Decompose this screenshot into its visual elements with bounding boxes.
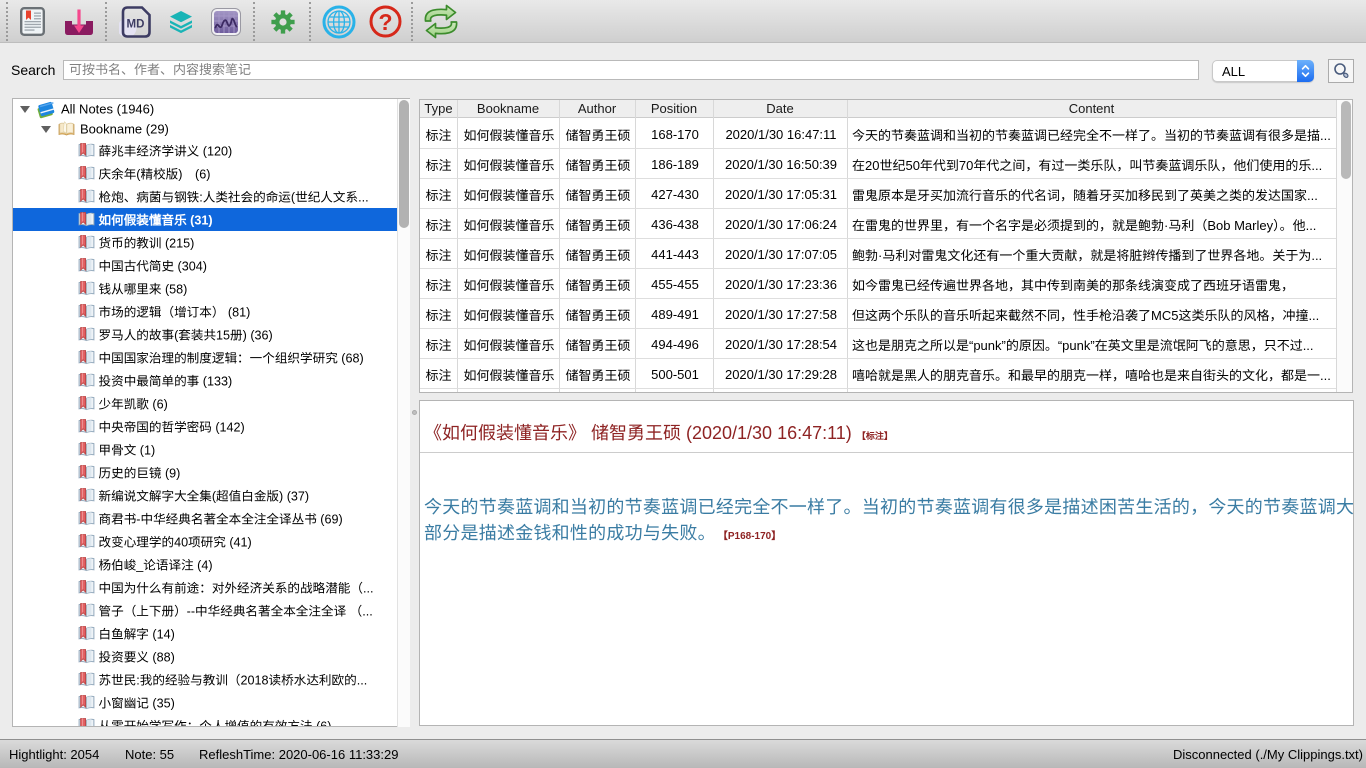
- svg-text:MD: MD: [127, 19, 145, 31]
- svg-text:?: ?: [378, 9, 392, 35]
